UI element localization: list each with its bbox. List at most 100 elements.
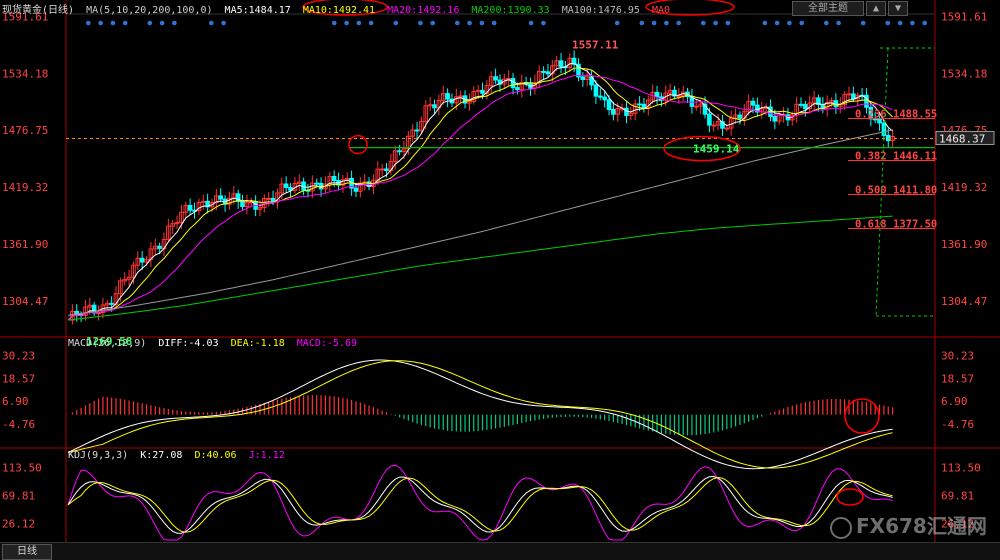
ma5-line: [67, 62, 893, 321]
signal-dot: [86, 20, 91, 26]
candle-body: [803, 103, 808, 110]
kdj-tick-left: 26.12: [2, 517, 35, 530]
signal-dot: [836, 20, 841, 26]
candle-body: [772, 115, 778, 122]
ma20-value: MA20:1492.16: [387, 5, 460, 16]
macd-tick-right: -4.76: [941, 418, 974, 431]
signal-dot: [491, 20, 497, 26]
signal-dot: [344, 20, 349, 26]
macd-dea-value: DEA:-1.18: [230, 338, 285, 349]
symbol-title: 现货黄金(日线): [2, 5, 75, 16]
macd-tick-left: -4.76: [2, 418, 35, 431]
scroll-down-button[interactable]: ▼: [888, 1, 908, 16]
scroll-up-button[interactable]: ▲: [866, 1, 886, 16]
candle-body: [602, 96, 607, 101]
ma100-value: MA100:1476.95: [561, 5, 640, 16]
macd-label: MACD(26,12,9): [68, 338, 147, 349]
candle-body: [515, 87, 520, 91]
candle-body: [331, 176, 337, 182]
fx678-logo-icon: [830, 516, 852, 539]
signal-dot: [455, 20, 460, 26]
tab-daily[interactable]: 日线: [2, 544, 52, 560]
kdj-j-value: J:1.12: [248, 450, 285, 461]
candle-body: [458, 95, 463, 98]
kdj-highlight-circle: [836, 488, 864, 506]
candle-body: [510, 77, 516, 89]
price-tick-left: 1419.32: [2, 181, 48, 194]
candle-body: [545, 71, 551, 75]
candle-body: [480, 89, 485, 94]
candle-body: [314, 182, 319, 185]
macd-tick-left: 6.90: [2, 395, 29, 408]
candle-body: [379, 168, 385, 171]
signal-dot: [209, 20, 214, 26]
fib-price: 1377.50: [893, 219, 937, 231]
candle-body: [693, 105, 699, 108]
watermark-text: FX678汇通网: [856, 514, 987, 538]
theme-select-button[interactable]: 全部主题: [792, 1, 864, 16]
signal-dot: [897, 20, 903, 26]
price-tick-right: 1534.18: [941, 67, 987, 80]
fib-price: 1488.55: [893, 108, 937, 120]
price-tick-right: 1304.47: [941, 295, 987, 308]
breakout-highlight-circle: [348, 134, 368, 155]
candle-body: [397, 150, 402, 153]
price-tick-right: 1591.61: [941, 10, 987, 23]
candle-body: [353, 187, 359, 192]
kdj-d-value: D:40.06: [194, 450, 237, 461]
ma5-value: MA5:1484.17: [224, 5, 291, 16]
indicator-header: 现货黄金(日线) MA(5,10,20,200,100,0) MA5:1484.…: [2, 1, 676, 16]
signal-dot: [368, 20, 374, 26]
ma-label: MA(5,10,20,200,100,0): [86, 5, 213, 16]
signal-dot: [479, 20, 485, 26]
signal-dot: [824, 20, 829, 26]
signal-dot: [356, 20, 362, 26]
ma200-value: MA200:1390.33: [471, 5, 550, 16]
signal-dot: [639, 20, 645, 26]
signal-dot: [528, 20, 534, 26]
candle-body: [676, 95, 682, 98]
signal-dot: [787, 20, 792, 26]
candle-body: [283, 183, 289, 189]
kdj-tick-left: 69.81: [2, 489, 35, 502]
bottom-toolbar: 日线: [0, 542, 1000, 560]
price-tick-left: 1304.47: [2, 295, 48, 308]
signal-dot: [541, 20, 546, 26]
signal-dot: [122, 20, 128, 26]
signal-dot: [910, 20, 915, 26]
candle-body: [593, 84, 599, 97]
signal-dot: [110, 20, 116, 26]
price-tick-right: 1361.90: [941, 238, 987, 251]
signal-dot: [98, 20, 103, 26]
candle-body: [139, 257, 145, 263]
signal-dot: [147, 20, 153, 26]
signal-dot: [159, 20, 165, 26]
signal-dot: [762, 20, 768, 26]
candle-body: [750, 100, 756, 106]
support-label: 1459.14: [693, 143, 740, 156]
projection-diagonal: [875, 47, 889, 317]
signal-dot: [725, 20, 731, 26]
candle-body: [637, 103, 642, 106]
macd-tick-right: 30.23: [941, 349, 974, 362]
candle-body: [707, 113, 712, 126]
candle-body: [606, 99, 612, 110]
signal-dot: [393, 20, 399, 26]
candle-body: [270, 197, 276, 202]
candle-body: [846, 93, 852, 96]
fib-price: 1446.11: [893, 151, 937, 163]
macd-header: MACD(26,12,9) DIFF:-4.03 DEA:-1.18 MACD:…: [68, 338, 363, 352]
signal-dot: [418, 20, 423, 26]
macd-diff-value: DIFF:-4.03: [158, 338, 219, 349]
candle-body: [266, 197, 272, 200]
signal-dot: [467, 20, 472, 26]
kdj-header: KDJ(9,3,3) K:27.08 D:40.06 J:1.12: [68, 450, 291, 464]
gold-daily-chart: 1591.61 1591.611534.18 1534.181476.75 1476.…: [0, 0, 1000, 558]
macd-tick-left: 18.57: [2, 372, 35, 385]
signal-dot: [799, 20, 804, 26]
candle-body: [641, 103, 647, 109]
candle-body: [541, 70, 546, 73]
signal-dot: [922, 20, 927, 26]
kdj-d-line: [67, 476, 893, 533]
candle-body: [109, 302, 114, 305]
